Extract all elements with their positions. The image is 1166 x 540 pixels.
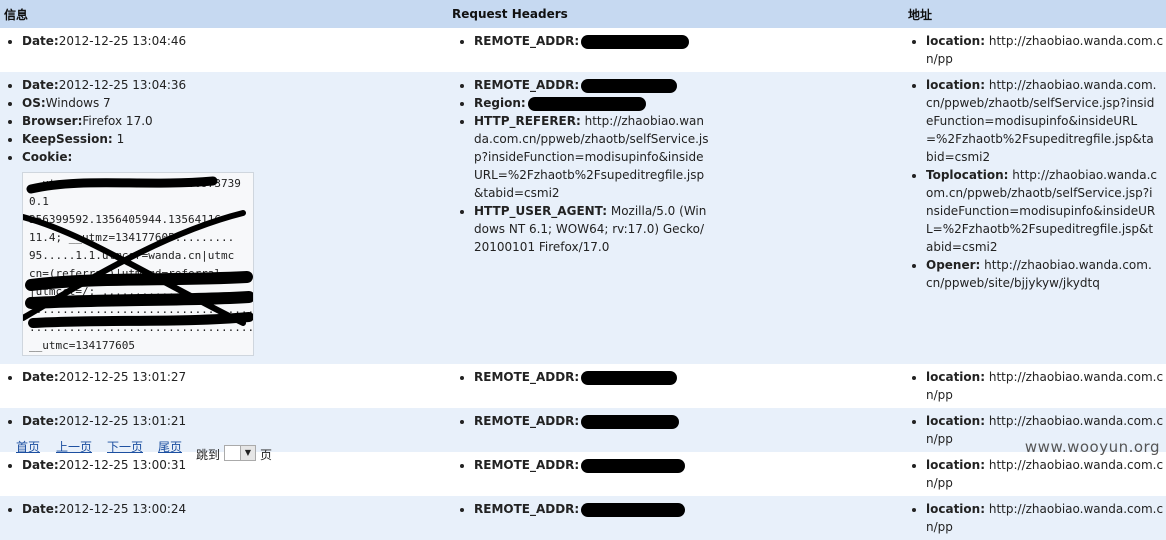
remote-addr-item: REMOTE_ADDR:	[474, 500, 904, 518]
location-item: location: http://zhaobiao.wanda.com.cn/p…	[926, 456, 1166, 492]
redaction-mark	[581, 414, 680, 429]
table-row: Date:2012-12-25 13:04:36 OS:Windows 7 Br…	[0, 72, 1166, 364]
page-select[interactable]: ▼	[224, 445, 256, 461]
header-address: 地址	[904, 0, 1166, 28]
location-item: location: http://zhaobiao.wanda.com.cn/p…	[926, 500, 1166, 536]
page-unit-label: 页	[260, 448, 273, 462]
location-item: location: http://zhaobiao.wanda.com.cn/p…	[926, 368, 1166, 404]
keepsession-item: KeepSession: 1	[22, 130, 452, 148]
date-item: Date:2012-12-25 13:00:24	[22, 500, 452, 518]
table-header: 信息 Request Headers 地址	[0, 0, 1166, 28]
redaction-mark	[581, 502, 686, 517]
prev-page-link[interactable]: 上一页	[56, 438, 92, 455]
date-item: Date:2012-12-25 13:01:21	[22, 412, 452, 430]
remote-addr-item: REMOTE_ADDR:	[474, 32, 904, 50]
pagination: 首页 上一页 下一页 尾页 跳到 ▼ 页	[0, 434, 600, 462]
redaction-mark	[527, 96, 646, 111]
redaction-mark	[581, 370, 678, 385]
header-request-headers: Request Headers	[452, 0, 904, 28]
region-item: Region:	[474, 94, 710, 112]
log-table: 信息 Request Headers 地址 Date:2012-12-25 13…	[0, 0, 1166, 540]
last-page-link[interactable]: 尾页	[158, 438, 182, 455]
remote-addr-item: REMOTE_ADDR:	[474, 76, 710, 94]
table-row: Date:2012-12-25 13:04:46 REMOTE_ADDR: lo…	[0, 28, 1166, 72]
date-item: Date:2012-12-25 13:04:36	[22, 76, 452, 94]
cookie-item: Cookie: __utma=134...............0973739…	[22, 148, 452, 356]
table-row: Date:2012-12-25 13:00:31 REMOTE_ADDR: lo…	[0, 452, 1166, 496]
toplocation-item: Toplocation: http://zhaobiao.wanda.com.c…	[926, 166, 1158, 256]
redaction-mark	[581, 34, 690, 49]
watermark: www.wooyun.org	[1024, 438, 1160, 456]
remote-addr-item: REMOTE_ADDR:	[474, 412, 904, 430]
location-item: location: http://zhaobiao.wanda.com.cn/p…	[926, 32, 1166, 68]
cookie-value-box[interactable]: __utma=134...............09737390.1 3563…	[22, 172, 254, 356]
header-info: 信息	[0, 0, 452, 28]
remote-addr-item: REMOTE_ADDR:	[474, 456, 904, 474]
redaction-mark	[581, 78, 678, 93]
remote-addr-item: REMOTE_ADDR:	[474, 368, 904, 386]
location-item: location: http://zhaobiao.wanda.com.cn/p…	[926, 76, 1158, 166]
first-page-link[interactable]: 首页	[16, 438, 40, 455]
os-item: OS:Windows 7	[22, 94, 452, 112]
date-item: Date:2012-12-25 13:01:27	[22, 368, 452, 386]
opener-item: Opener: http://zhaobiao.wanda.com.cn/ppw…	[926, 256, 1158, 292]
referer-item: HTTP_REFERER: http://zhaobiao.wanda.com.…	[474, 112, 710, 202]
next-page-link[interactable]: 下一页	[107, 438, 143, 455]
date-item: Date:2012-12-25 13:04:46	[22, 32, 452, 50]
redaction-mark	[581, 458, 686, 473]
table-row: Date:2012-12-25 13:01:27 REMOTE_ADDR: lo…	[0, 364, 1166, 408]
jump-label: 跳到	[196, 448, 221, 462]
browser-item: Browser:Firefox 17.0	[22, 112, 452, 130]
chevron-down-icon: ▼	[240, 446, 255, 460]
user-agent-item: HTTP_USER_AGENT: Mozilla/5.0 (Windows NT…	[474, 202, 710, 256]
table-row: Date:2012-12-25 13:00:24 REMOTE_ADDR: lo…	[0, 496, 1166, 540]
